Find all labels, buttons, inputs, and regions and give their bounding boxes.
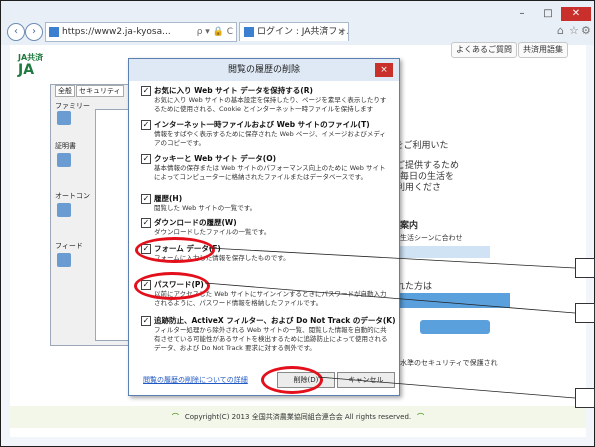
callout-box-3 <box>575 388 595 408</box>
callout-box-1 <box>575 258 595 278</box>
annotation-lines <box>204 247 576 399</box>
callout-box-2 <box>575 303 595 323</box>
